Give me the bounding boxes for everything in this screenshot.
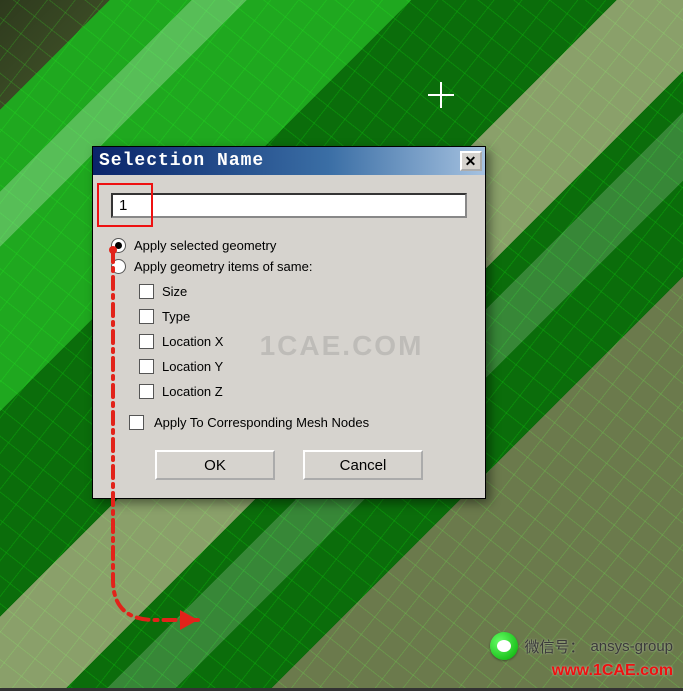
check-size[interactable]: Size — [139, 284, 467, 299]
wechat-id: ansys-group — [590, 638, 673, 655]
check-location-x[interactable]: Location X — [139, 334, 467, 349]
dialog-body: Apply selected geometry Apply geometry i… — [93, 175, 485, 498]
check-label: Apply To Corresponding Mesh Nodes — [154, 415, 369, 430]
button-label: OK — [204, 457, 226, 474]
check-label: Size — [162, 284, 187, 299]
footer-url: www.1CAE.com — [490, 662, 673, 680]
check-label: Location Y — [162, 359, 223, 374]
check-label: Type — [162, 309, 190, 324]
check-label: Location X — [162, 334, 223, 349]
close-icon: ✕ — [465, 153, 478, 170]
check-location-z[interactable]: Location Z — [139, 384, 467, 399]
dialog-button-row: OK Cancel — [111, 450, 467, 484]
selection-name-input[interactable] — [111, 193, 467, 218]
same-geometry-options: Size Type Location X Location Y Location… — [139, 284, 467, 399]
check-label: Location Z — [162, 384, 223, 399]
radio-label: Apply geometry items of same: — [134, 259, 312, 274]
radio-apply-same[interactable]: Apply geometry items of same: — [111, 259, 467, 274]
checkbox-icon — [129, 415, 144, 430]
check-type[interactable]: Type — [139, 309, 467, 324]
footer-watermark: 微信号： ansys-group www.1CAE.com — [490, 632, 673, 680]
radio-icon — [111, 238, 126, 253]
checkbox-icon — [139, 284, 154, 299]
check-apply-mesh-nodes[interactable]: Apply To Corresponding Mesh Nodes — [129, 415, 467, 430]
close-button[interactable]: ✕ — [460, 151, 482, 171]
radio-apply-selected[interactable]: Apply selected geometry — [111, 238, 467, 253]
radio-label: Apply selected geometry — [134, 238, 276, 253]
cancel-button[interactable]: Cancel — [303, 450, 423, 480]
checkbox-icon — [139, 309, 154, 324]
check-location-y[interactable]: Location Y — [139, 359, 467, 374]
dialog-titlebar[interactable]: Selection Name ✕ — [93, 147, 485, 175]
selection-name-dialog: Selection Name ✕ Apply selected geometry… — [92, 146, 486, 499]
checkbox-icon — [139, 334, 154, 349]
checkbox-icon — [139, 384, 154, 399]
radio-icon — [111, 259, 126, 274]
ok-button[interactable]: OK — [155, 450, 275, 480]
button-label: Cancel — [340, 457, 387, 474]
checkbox-icon — [139, 359, 154, 374]
dialog-title: Selection Name — [99, 151, 264, 171]
wechat-line: 微信号： ansys-group — [490, 632, 673, 660]
wechat-icon — [490, 632, 518, 660]
wechat-prefix: 微信号： — [524, 636, 584, 657]
name-input-row — [111, 193, 467, 218]
